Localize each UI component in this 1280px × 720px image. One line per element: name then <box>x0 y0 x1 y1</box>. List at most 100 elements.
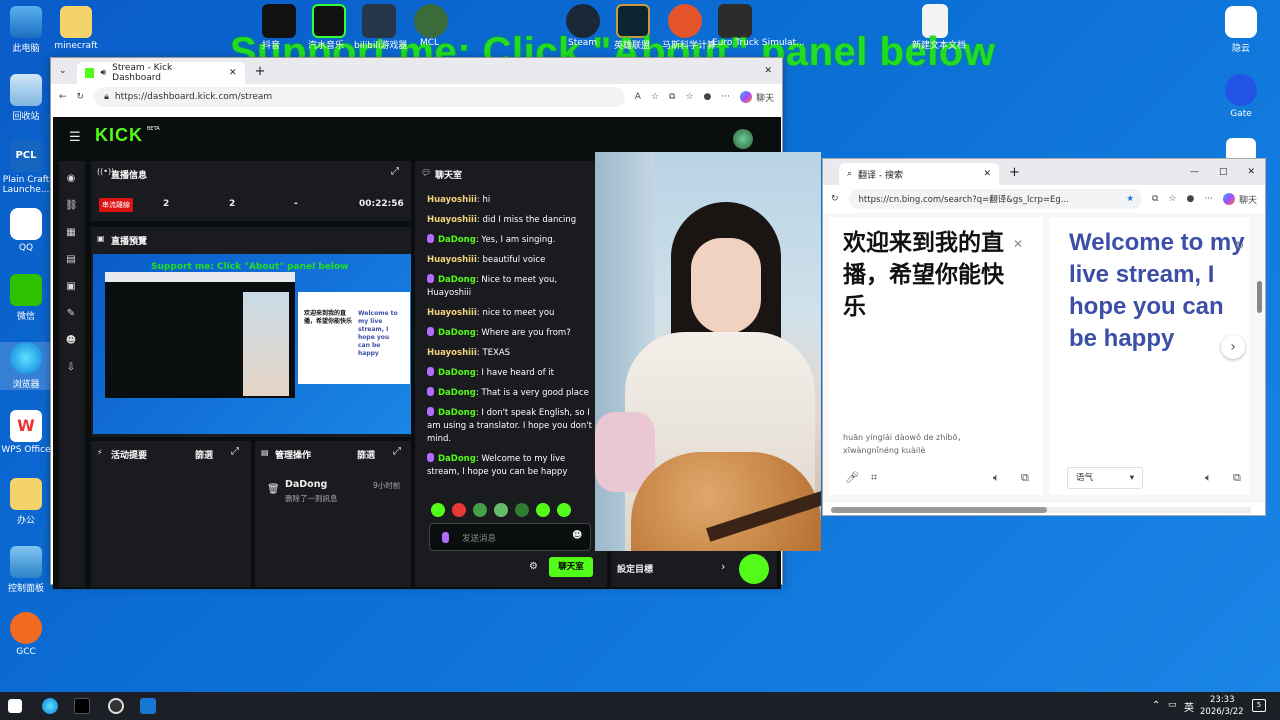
maximize-icon[interactable]: □ <box>1219 167 1228 177</box>
desktop-icon-gate[interactable]: Gate <box>1213 74 1269 119</box>
back-icon[interactable]: ← <box>59 92 67 102</box>
desktop-top-label[interactable]: 新建文本文档 <box>912 38 966 51</box>
recorder-icon[interactable] <box>108 698 124 714</box>
chat-username[interactable]: DaDong <box>438 388 476 398</box>
speaker-icon[interactable]: 🔈︎ <box>993 471 1000 485</box>
chat-username[interactable]: DaDong <box>438 454 476 464</box>
speaker-icon[interactable]: 🔈︎ <box>1205 471 1212 485</box>
clock-time[interactable]: 23:33 <box>1210 695 1235 705</box>
chat-username[interactable]: Huayoshiii <box>427 255 477 265</box>
chat-button[interactable]: 聊天 <box>756 91 774 104</box>
download-icon[interactable]: ⇩ <box>65 362 77 374</box>
favorite-star-icon[interactable]: ★ <box>1126 194 1134 204</box>
read-aloud-icon[interactable]: A <box>635 92 641 102</box>
extensions-icon[interactable]: ⧉ <box>1152 194 1158 204</box>
settings-icon[interactable]: ⚙︎ <box>529 561 538 572</box>
chat-username[interactable]: DaDong <box>438 235 476 245</box>
tone-select[interactable]: 语气 ▾ <box>1067 467 1143 489</box>
emoji-icon[interactable]: ☻ <box>572 530 582 541</box>
chat-username[interactable]: DaDong <box>438 275 476 285</box>
tab-bing-translate[interactable]: ⌕ 翻译 - 搜索 ✕ <box>839 163 999 185</box>
desktop-top-label[interactable]: 马斯科学计算 <box>662 38 716 51</box>
windows-start-icon[interactable] <box>8 699 22 713</box>
more-icon[interactable]: ··· <box>721 92 730 102</box>
input-language[interactable]: 英 <box>1184 699 1194 714</box>
desktop-icon-this-pc[interactable]: 此电脑 <box>0 6 54 54</box>
desktop-top-label[interactable]: 英雄联盟 <box>614 38 650 51</box>
desktop-top-label[interactable]: Euro Truck Simulat... <box>712 38 805 48</box>
hamburger-icon[interactable]: ☰ <box>69 130 81 145</box>
tray-expand-icon[interactable]: ⌃ <box>1152 700 1160 711</box>
scrollbar-thumb[interactable] <box>831 507 1047 513</box>
desktop-top-label[interactable]: 汽水音乐 <box>308 38 344 51</box>
kick-logo[interactable]: KICK <box>95 125 143 146</box>
desktop-top-label[interactable]: Steam <box>568 38 597 48</box>
mic-icon[interactable]: 🎤︎ <box>845 471 859 484</box>
activity-filter-button[interactable]: 篩選 <box>195 448 213 461</box>
window-close-icon[interactable]: ✕ <box>1247 167 1255 177</box>
expand-icon[interactable]: ⤢ <box>231 446 239 457</box>
mod-user[interactable]: DaDong <box>285 479 327 490</box>
desktop-icon-browser[interactable]: 浏览器 <box>0 342 54 390</box>
app-icon[interactable] <box>140 698 156 714</box>
new-tab-icon[interactable]: + <box>255 64 266 79</box>
refresh-icon[interactable]: ↻ <box>831 194 839 204</box>
desktop-icon-gcc[interactable]: GCC <box>0 612 54 657</box>
tab-kick-dashboard[interactable]: 🔊︎ Stream - Kick Dashboard ✕ <box>76 62 245 84</box>
desktop-icon-wechat[interactable]: 微信 <box>0 274 54 322</box>
favorite-icon[interactable]: ☆ <box>651 92 659 102</box>
profile-icon[interactable]: ● <box>1187 194 1195 204</box>
new-tab-icon[interactable]: + <box>1009 165 1020 180</box>
desktop-icon-qq[interactable]: QQ <box>0 208 54 253</box>
desktop-icon-minecraft[interactable]: minecraft <box>48 6 104 51</box>
link-icon[interactable]: ⛓ <box>65 200 78 212</box>
users-icon[interactable]: ☻ <box>65 335 77 347</box>
camera-search-icon[interactable]: ⌗ <box>871 471 877 485</box>
desktop-icon-pcl[interactable]: PCL Plain Craft Launche... <box>0 140 54 195</box>
media-icon[interactable]: ▣ <box>65 281 77 293</box>
desktop-icon-cloud[interactable]: 隐云 <box>1213 6 1269 54</box>
chat-username[interactable]: Huayoshiii <box>427 308 477 318</box>
minimize-icon[interactable]: — <box>1190 167 1199 177</box>
chat-input[interactable]: 发送消息 ☻ <box>429 523 591 551</box>
mod-filter-button[interactable]: 篩選 <box>357 448 375 461</box>
network-icon[interactable]: ▭ <box>1168 700 1177 710</box>
desktop-top-label[interactable]: 抖音 <box>262 38 280 51</box>
preview-screen[interactable]: Support me: Click "About" panel below 欢迎… <box>93 254 411 434</box>
desktop-icon-recycle-bin[interactable]: 回收站 <box>0 74 54 122</box>
chat-username[interactable]: DaDong <box>438 408 476 418</box>
tab-close-icon[interactable]: ✕ <box>229 68 237 78</box>
bing-url-field[interactable]: https://cn.bing.com/search?q=翻译&gs_lcrp=… <box>848 189 1143 209</box>
live-icon[interactable]: ◉ <box>65 173 77 185</box>
analytics-icon[interactable]: ▦ <box>65 227 77 239</box>
url-field[interactable]: 🔒︎ https://dashboard.kick.com/stream <box>94 87 625 107</box>
tiktok-icon[interactable] <box>74 698 90 714</box>
copilot-icon[interactable] <box>1222 193 1235 205</box>
add-goal-icon[interactable] <box>739 554 769 584</box>
emote-icon[interactable] <box>515 503 529 517</box>
extensions-icon[interactable]: ⧉ <box>669 92 675 102</box>
copy-icon[interactable]: ⧉ <box>1233 471 1241 485</box>
notification-icon[interactable]: 5 <box>1252 699 1266 712</box>
edge-icon[interactable] <box>42 698 58 714</box>
desktop-top-label[interactable]: MCL <box>420 38 439 48</box>
desktop-icon-control-panel[interactable]: 控制面板 <box>0 546 54 594</box>
chat-button[interactable]: 聊天 <box>1239 193 1257 206</box>
desktop-icon-office[interactable]: 办公 <box>0 478 54 526</box>
next-arrow-icon[interactable]: › <box>1221 335 1245 359</box>
avatar[interactable] <box>733 129 753 149</box>
copy-icon[interactable]: ⧉ <box>1021 471 1029 485</box>
emote-icon[interactable] <box>557 503 571 517</box>
clock-date[interactable]: 2026/3/22 <box>1200 707 1244 717</box>
chat-username[interactable]: Huayoshiii <box>427 215 477 225</box>
clear-icon[interactable]: ✕ <box>1013 237 1023 251</box>
source-text[interactable]: 欢迎来到我的直播，希望你能快乐 <box>843 227 1013 323</box>
chat-send-button[interactable]: 聊天室 <box>549 557 593 577</box>
desktop-top-label[interactable]: bilibili游戏器 <box>354 38 407 51</box>
chat-username[interactable]: DaDong <box>438 328 476 338</box>
wrench-icon[interactable]: ✎ <box>65 308 77 320</box>
emote-icon[interactable] <box>452 503 466 517</box>
copilot-icon[interactable] <box>739 91 752 103</box>
collections-icon[interactable]: ☆ <box>1168 194 1176 204</box>
expand-icon[interactable]: ⤢ <box>391 166 399 177</box>
